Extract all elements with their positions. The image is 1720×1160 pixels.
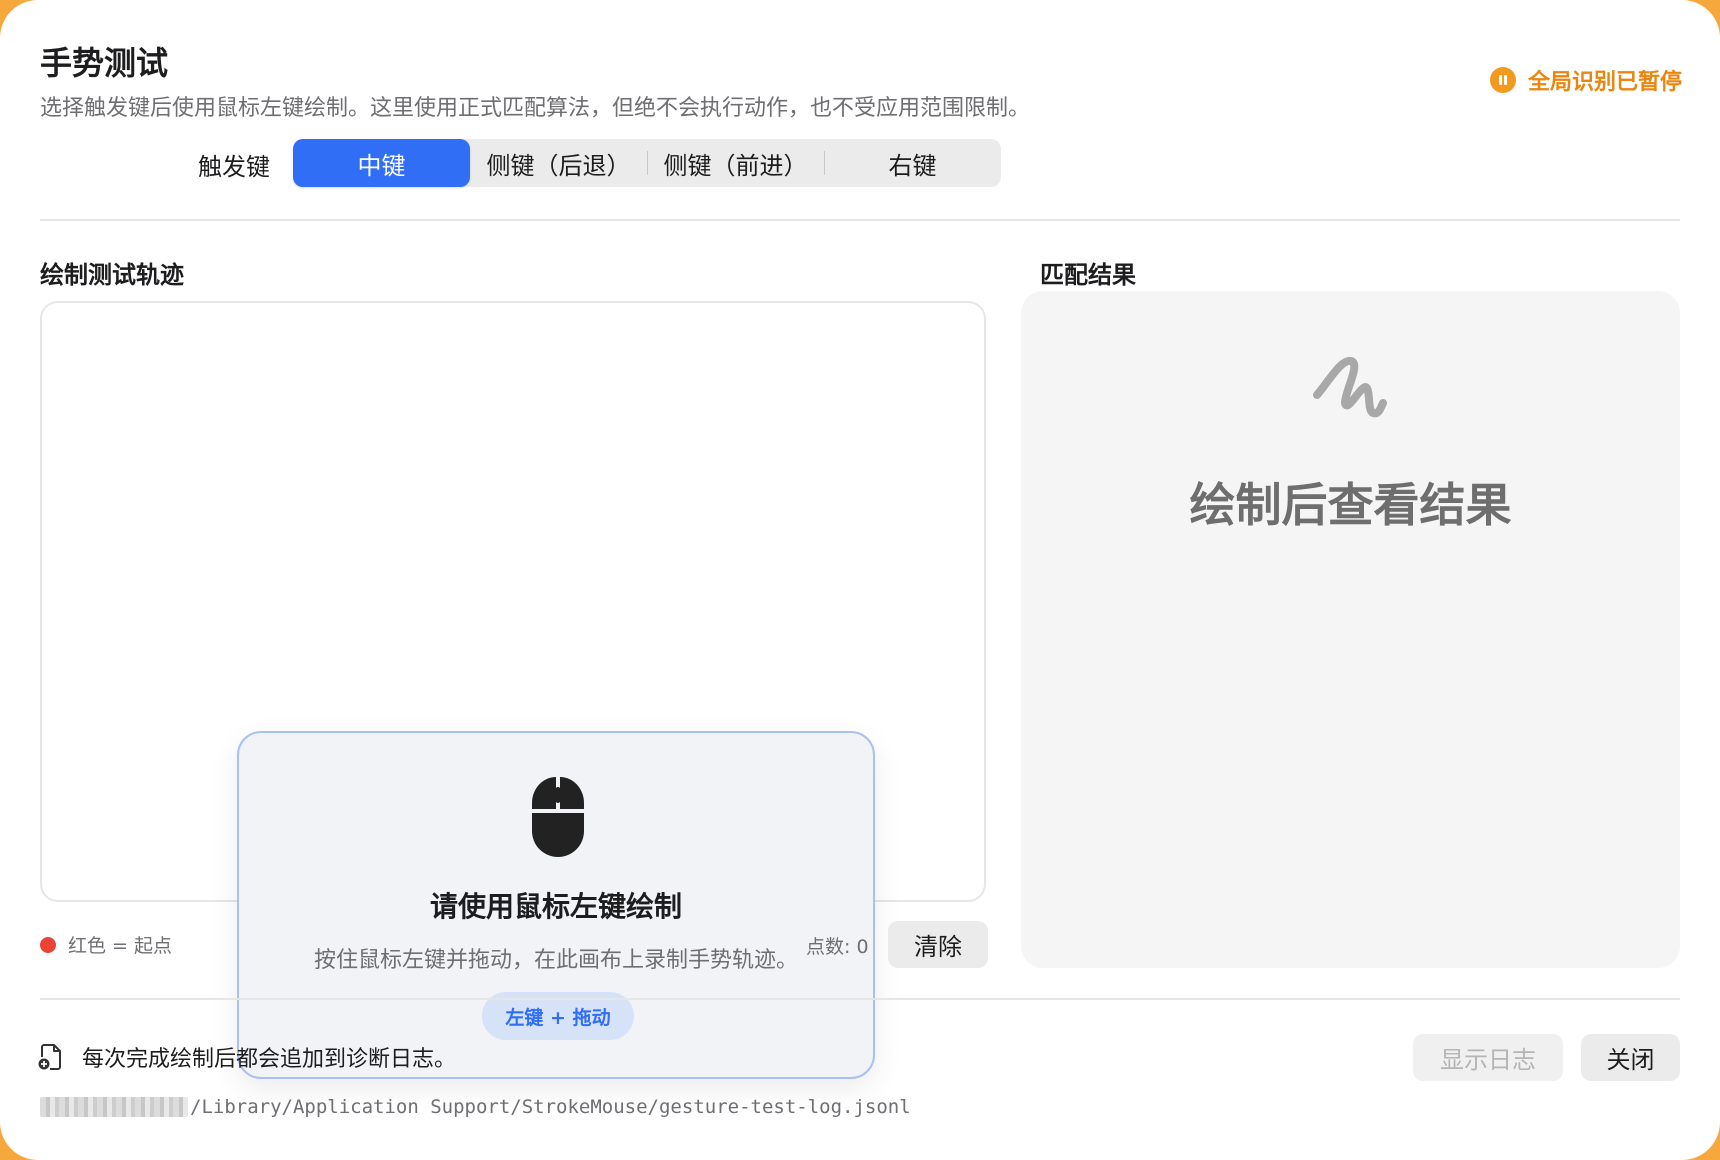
divider xyxy=(40,998,1680,1000)
result-placeholder: 绘制后查看结果 xyxy=(1189,478,1512,532)
page-title: 手势测试 xyxy=(40,44,169,82)
drawing-canvas[interactable]: 请使用鼠标左键绘制 按住鼠标左键并拖动，在此画布上录制手势轨迹。 左键 + 拖动 xyxy=(40,301,986,1079)
document-add-icon xyxy=(38,1044,61,1070)
scribble-icon xyxy=(1313,357,1387,418)
draw-prompt-card: 请使用鼠标左键绘制 按住鼠标左键并拖动，在此画布上录制手势轨迹。 左键 + 拖动 xyxy=(237,731,875,1079)
match-result-panel: 绘制后查看结果 xyxy=(1021,291,1680,968)
status-text: 全局识别已暂停 xyxy=(1527,70,1682,95)
trigger-option-middle[interactable]: 中键 xyxy=(293,139,470,187)
start-point-legend: 红色 = 起点 xyxy=(40,931,172,958)
legend-text: 红色 = 起点 xyxy=(68,935,172,957)
prompt-title: 请使用鼠标左键绘制 xyxy=(429,890,682,923)
log-file-path: /Library/Application Support/StrokeMouse… xyxy=(40,1096,911,1118)
clear-button[interactable]: 清除 xyxy=(888,921,988,968)
draw-section-title: 绘制测试轨迹 xyxy=(40,261,184,289)
close-button[interactable]: 关闭 xyxy=(1581,1034,1680,1081)
gesture-test-window: 手势测试 选择触发键后使用鼠标左键绘制。这里使用正式匹配算法，但绝不会执行动作，… xyxy=(0,0,1720,1160)
log-path-text: /Library/Application Support/StrokeMouse… xyxy=(190,1096,911,1118)
log-note: 每次完成绘制后都会追加到诊断日志。 xyxy=(82,1047,457,1072)
trigger-option-side-forward[interactable]: 侧键（前进） xyxy=(647,139,824,187)
show-log-button[interactable]: 显示日志 xyxy=(1413,1034,1563,1081)
trigger-option-side-back[interactable]: 侧键（后退） xyxy=(470,139,647,187)
mouse-icon xyxy=(532,777,584,857)
trigger-segmented-control: 中键 侧键（后退） 侧键（前进） 右键 xyxy=(293,139,1001,187)
page-subtitle: 选择触发键后使用鼠标左键绘制。这里使用正式匹配算法，但绝不会执行动作，也不受应用… xyxy=(40,96,1031,121)
prompt-description: 按住鼠标左键并拖动，在此画布上录制手势轨迹。 xyxy=(313,948,798,973)
red-dot-icon xyxy=(40,936,56,953)
redacted-username xyxy=(40,1097,188,1117)
divider xyxy=(40,219,1680,221)
recognition-status: 全局识别已暂停 xyxy=(1489,64,1682,96)
point-count: 点数: 0 xyxy=(806,936,869,958)
trigger-label: 触发键 xyxy=(198,153,270,181)
pause-circle-icon xyxy=(1489,67,1516,93)
result-section-title: 匹配结果 xyxy=(1040,261,1136,289)
trigger-option-right[interactable]: 右键 xyxy=(824,139,1001,187)
